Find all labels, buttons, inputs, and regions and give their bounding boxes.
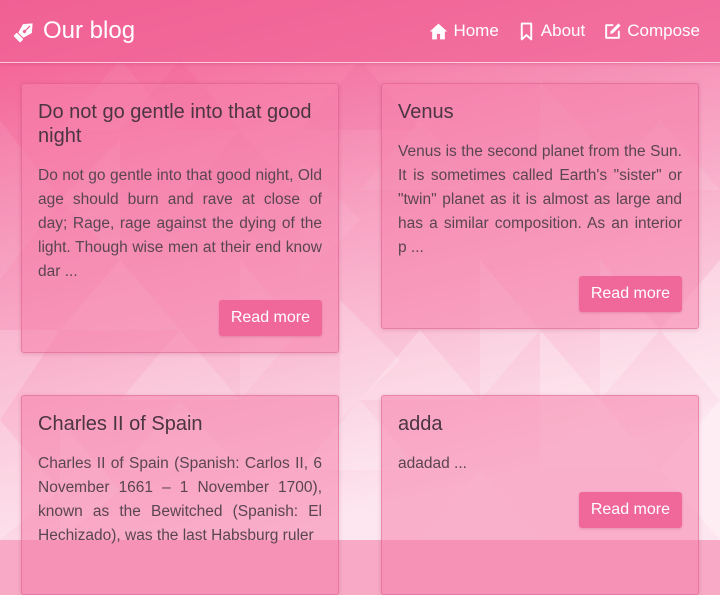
bookmark-icon	[517, 22, 536, 41]
nav-links: Home About Compose	[429, 18, 700, 44]
post-excerpt: Charles II of Spain (Spanish: Carlos II,…	[38, 455, 322, 544]
nav-about-label: About	[540, 21, 586, 40]
post-title: Charles II of Spain	[38, 413, 203, 435]
post-card: Charles II of Spain Charles II of Spain …	[21, 395, 339, 595]
post-title: Do not go gentle into that good night	[38, 101, 312, 147]
nav-compose-label: Compose	[627, 21, 700, 40]
post-card: adda adadad ... Read more	[381, 395, 699, 595]
home-icon	[429, 22, 448, 41]
post-excerpt: Do not go gentle into that good night, O…	[38, 167, 322, 280]
nav-compose[interactable]: Compose	[603, 21, 700, 41]
post-excerpt: Venus is the second planet from the Sun.…	[398, 143, 682, 256]
read-more-button[interactable]: Read more	[578, 492, 682, 528]
pen-nib-icon	[12, 19, 37, 44]
post-title: Venus	[398, 101, 454, 123]
post-title: adda	[398, 413, 443, 435]
brand-link[interactable]: Our blog	[12, 14, 135, 48]
navbar: Our blog Home About Compose	[0, 0, 720, 63]
post-card: Venus Venus is the second planet from th…	[381, 83, 699, 329]
post-excerpt: adadad ...	[398, 455, 467, 472]
post-card: Do not go gentle into that good night Do…	[21, 83, 339, 353]
edit-icon	[603, 22, 622, 41]
read-more-button[interactable]: Read more	[218, 300, 322, 336]
nav-home[interactable]: Home	[429, 21, 499, 41]
nav-home-label: Home	[453, 21, 499, 40]
read-more-button[interactable]: Read more	[578, 276, 682, 312]
nav-about[interactable]: About	[517, 21, 585, 41]
brand-label: Our blog	[43, 17, 136, 44]
